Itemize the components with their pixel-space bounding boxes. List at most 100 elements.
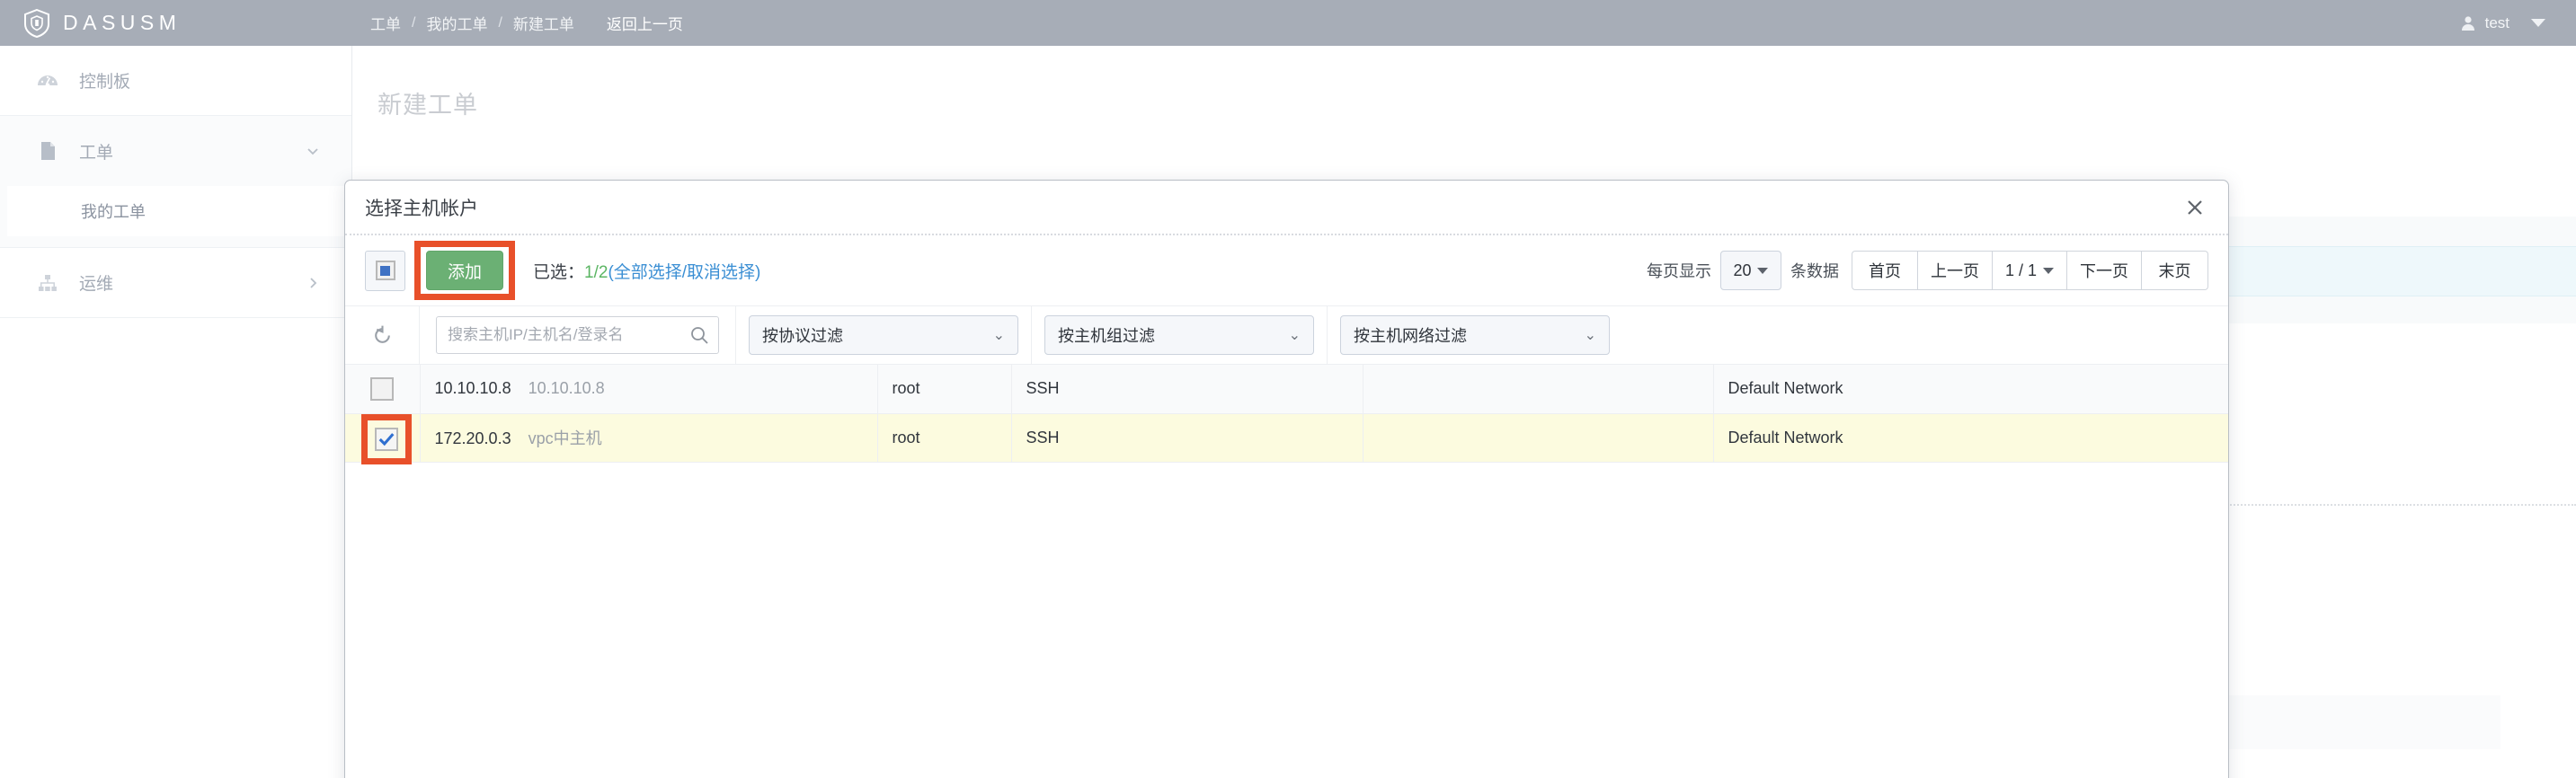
- first-page-button[interactable]: 首页: [1852, 251, 1918, 290]
- per-page-select[interactable]: 20: [1720, 251, 1781, 290]
- chevron-down-icon: [306, 145, 319, 157]
- search-icon[interactable]: [689, 325, 709, 345]
- host-group-filter-cell: 按主机组过滤 ⌄: [1032, 305, 1328, 365]
- user-name: test: [2485, 14, 2509, 32]
- protocol-filter-cell: 按协议过滤 ⌄: [736, 305, 1032, 365]
- per-page-prefix: 每页显示: [1647, 259, 1711, 282]
- modal-toolbar: 添加 已选：1/2(全部选择/取消选择) 每页显示 20 条数据 首页 上一页 …: [345, 235, 2228, 305]
- row-checkbox-cell[interactable]: [345, 365, 420, 413]
- per-page-value: 20: [1733, 261, 1751, 280]
- sidebar-item-operations[interactable]: 运维: [0, 248, 351, 318]
- brand[interactable]: DASUSM: [0, 9, 352, 38]
- next-page-button[interactable]: 下一页: [2067, 251, 2142, 290]
- select-all-checkbox[interactable]: [365, 251, 405, 291]
- sidebar-subitem-label: 我的工单: [81, 199, 146, 223]
- row-checkbox-annotation: [361, 414, 412, 464]
- pagination-buttons: 首页 上一页 1 / 1 下一页 末页: [1852, 251, 2208, 290]
- row-checkbox-cell[interactable]: [345, 413, 420, 462]
- sidebar-item-tickets[interactable]: 工单: [0, 116, 351, 186]
- host-network-filter-select[interactable]: 按主机网络过滤 ⌄: [1340, 315, 1610, 355]
- search-input[interactable]: [448, 326, 689, 344]
- refresh-button[interactable]: [345, 305, 420, 365]
- sidebar: 控制板 工单 我的工单: [0, 46, 352, 778]
- sidebar-subgroup-tickets: 我的工单: [0, 186, 351, 248]
- breadcrumb-separator: /: [412, 15, 415, 31]
- modal-title: 选择主机帐户: [365, 194, 478, 221]
- pagination: 每页显示 20 条数据 首页 上一页 1 / 1 下一页 末页: [1647, 251, 2208, 290]
- table-row[interactable]: 172.20.0.3 vpc中主机 root SSH Default Netwo…: [345, 413, 2228, 462]
- login-name-cell: root: [877, 413, 1011, 462]
- sidebar-item-label: 工单: [79, 139, 113, 164]
- chevron-down-icon: [2043, 268, 2054, 274]
- page-indicator-select[interactable]: 1 / 1: [1993, 251, 2067, 290]
- protocol-cell: SSH: [1011, 365, 1363, 413]
- chevron-right-icon: [306, 277, 319, 289]
- host-network-filter-cell: 按主机网络过滤 ⌄: [1328, 305, 1622, 365]
- host-ip: 172.20.0.3: [435, 429, 511, 447]
- selection-prefix: 已选：: [533, 263, 584, 282]
- breadcrumb: 工单 / 我的工单 / 新建工单 返回上一页: [370, 12, 683, 34]
- user-icon: [2460, 15, 2476, 31]
- per-page-suffix: 条数据: [1790, 259, 1839, 282]
- add-button[interactable]: 添加: [426, 251, 503, 290]
- login-name-cell: root: [877, 365, 1011, 413]
- network-cell: Default Network: [1713, 413, 2228, 462]
- select-host-account-modal: 选择主机帐户 添加 已选：1/2(全部选择/取消选择) 每页显示 20: [344, 180, 2229, 778]
- top-bar: DASUSM 工单 / 我的工单 / 新建工单 返回上一页 test: [0, 0, 2576, 46]
- table-row[interactable]: 10.10.10.8 10.10.10.8 root SSH Default N…: [345, 365, 2228, 413]
- protocol-filter-select[interactable]: 按协议过滤 ⌄: [749, 315, 1018, 355]
- host-ip: 10.10.10.8: [435, 379, 511, 397]
- sidebar-item-dashboard[interactable]: 控制板: [0, 46, 351, 116]
- host-cell: 10.10.10.8 10.10.10.8: [420, 365, 877, 413]
- selection-count: 1/2: [584, 263, 608, 282]
- add-button-annotation: 添加: [414, 241, 515, 300]
- host-account-table: 10.10.10.8 10.10.10.8 root SSH Default N…: [345, 365, 2228, 463]
- page-indicator-label: 1 / 1: [2005, 261, 2037, 280]
- sidebar-item-label: 控制板: [79, 68, 130, 93]
- host-name: 10.10.10.8: [529, 379, 605, 397]
- host-network-filter-label: 按主机网络过滤: [1354, 323, 1467, 347]
- breadcrumb-separator: /: [498, 15, 502, 31]
- host-name: vpc中主机: [529, 429, 602, 447]
- brand-name: DASUSM: [63, 11, 181, 35]
- sidebar-item-my-tickets[interactable]: 我的工单: [7, 186, 344, 236]
- protocol-filter-label: 按协议过滤: [762, 323, 843, 347]
- dashboard-icon: [36, 69, 59, 93]
- user-menu[interactable]: test: [2460, 0, 2545, 46]
- breadcrumb-item-0[interactable]: 工单: [370, 12, 401, 34]
- modal-header: 选择主机帐户: [345, 181, 2228, 235]
- host-group-cell: [1363, 365, 1713, 413]
- search-box[interactable]: [436, 316, 719, 354]
- prev-page-button[interactable]: 上一页: [1918, 251, 1993, 290]
- search-cell: [420, 305, 736, 365]
- refresh-icon: [371, 324, 394, 347]
- sidebar-item-label: 运维: [79, 270, 113, 295]
- host-group-filter-label: 按主机组过滤: [1058, 323, 1155, 347]
- selection-status: 已选：1/2(全部选择/取消选择): [533, 259, 760, 283]
- indeterminate-box-icon: [376, 261, 395, 280]
- back-link[interactable]: 返回上一页: [607, 12, 683, 34]
- breadcrumb-item-2[interactable]: 新建工单: [513, 12, 574, 34]
- network-cell: Default Network: [1713, 365, 2228, 413]
- chevron-down-icon: ⌄: [1585, 326, 1596, 344]
- breadcrumb-item-1[interactable]: 我的工单: [426, 12, 487, 34]
- app-root: DASUSM 工单 / 我的工单 / 新建工单 返回上一页 test: [0, 0, 2576, 778]
- file-icon: [36, 139, 59, 163]
- chevron-down-icon: [2531, 19, 2545, 27]
- host-group-cell: [1363, 413, 1713, 462]
- chevron-down-icon: ⌄: [993, 326, 1005, 344]
- filter-bar: 按协议过滤 ⌄ 按主机组过滤 ⌄ 按主机网络过滤 ⌄: [345, 305, 2228, 365]
- row-checkbox[interactable]: [375, 428, 398, 451]
- chevron-down-icon: [1757, 268, 1768, 274]
- sitemap-icon: [36, 271, 59, 295]
- protocol-cell: SSH: [1011, 413, 1363, 462]
- chevron-down-icon: ⌄: [1289, 326, 1301, 344]
- select-all-toggle-links[interactable]: (全部选择/取消选择): [608, 263, 760, 282]
- last-page-button[interactable]: 末页: [2142, 251, 2208, 290]
- close-icon[interactable]: [2180, 192, 2210, 223]
- row-checkbox[interactable]: [370, 377, 394, 401]
- shield-icon: [23, 9, 50, 38]
- host-cell: 172.20.0.3 vpc中主机: [420, 413, 877, 462]
- host-group-filter-select[interactable]: 按主机组过滤 ⌄: [1044, 315, 1314, 355]
- page-title: 新建工单: [378, 85, 478, 120]
